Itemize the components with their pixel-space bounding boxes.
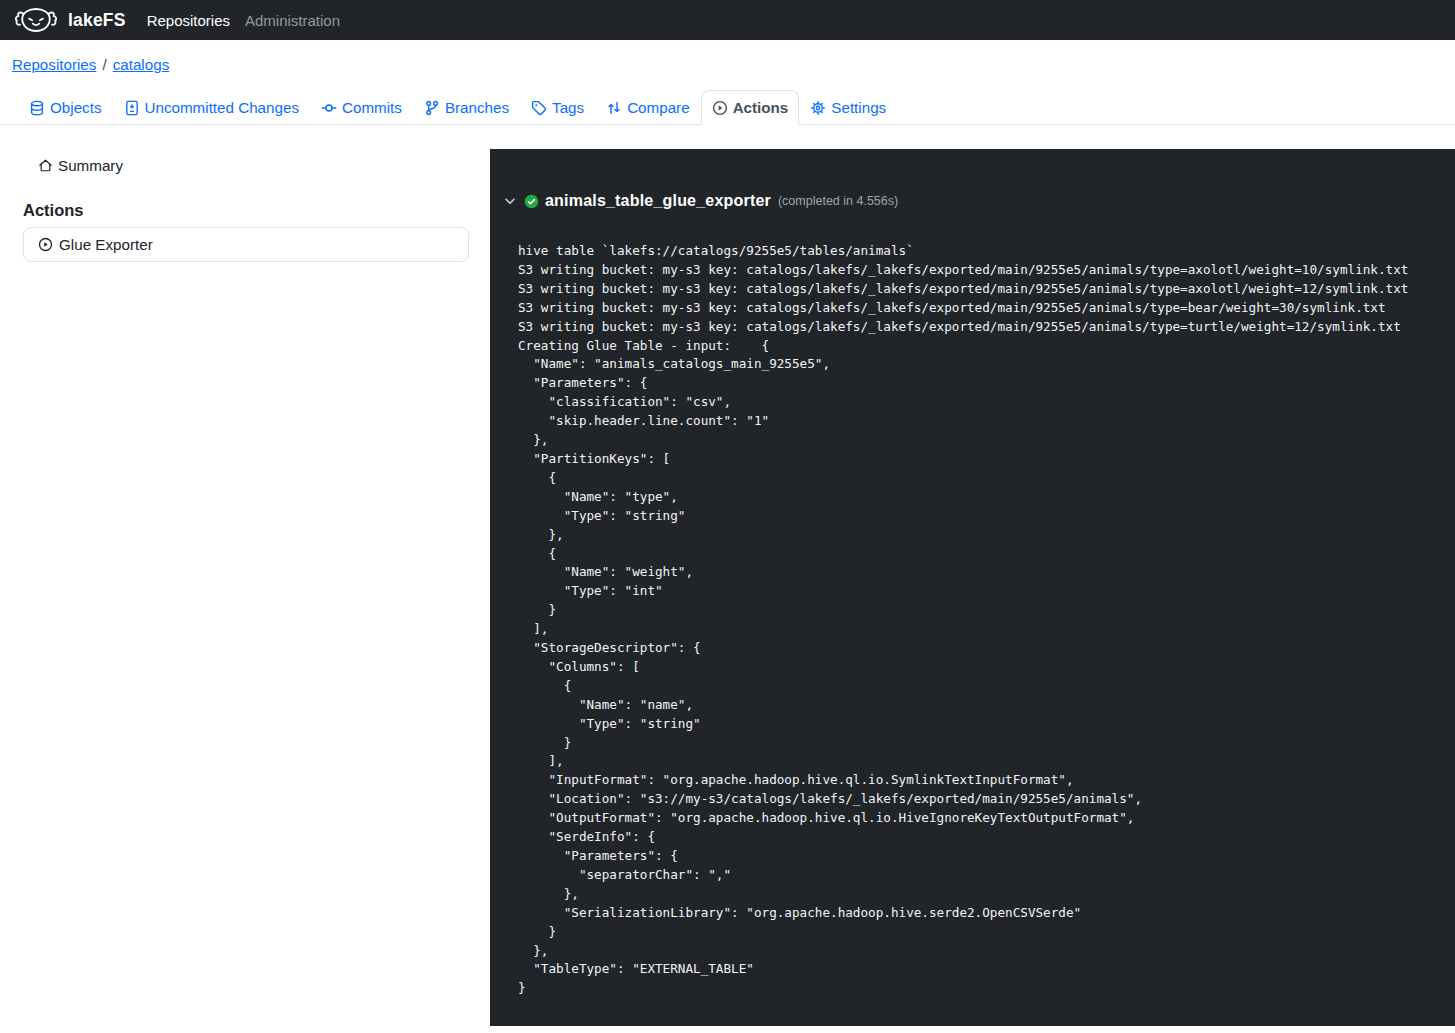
actions-sidebar: Summary Actions Glue Exporter xyxy=(0,149,490,1026)
home-icon xyxy=(38,158,53,173)
branch-icon xyxy=(424,100,440,116)
breadcrumb-repo-link[interactable]: catalogs xyxy=(113,56,170,73)
breadcrumb: Repositories / catalogs xyxy=(12,56,1455,73)
nav-link-administration[interactable]: Administration xyxy=(245,12,340,29)
compare-icon xyxy=(606,100,622,116)
chevron-down-icon xyxy=(503,194,517,208)
play-circle-icon xyxy=(712,100,728,116)
success-check-icon xyxy=(524,194,539,209)
tag-icon xyxy=(531,100,547,116)
repo-tab-bar: Objects Uncommitted Changes Commits Bran… xyxy=(0,90,1455,125)
actions-list: Glue Exporter xyxy=(23,227,469,262)
top-navbar: lakeFS Repositories Administration xyxy=(0,0,1455,40)
lakefs-logo-icon xyxy=(14,6,58,34)
breadcrumb-separator: / xyxy=(102,56,106,73)
tab-actions[interactable]: Actions xyxy=(701,90,800,125)
file-diff-icon xyxy=(124,100,140,116)
tab-settings[interactable]: Settings xyxy=(799,90,897,125)
tab-tags[interactable]: Tags xyxy=(520,90,595,125)
gear-icon xyxy=(810,100,826,116)
play-circle-icon xyxy=(38,237,53,252)
database-icon xyxy=(29,100,45,116)
brand-name: lakeFS xyxy=(68,10,126,31)
run-step-title: animals_table_glue_exporter xyxy=(545,192,771,210)
actions-section-title: Actions xyxy=(23,201,469,220)
tab-compare[interactable]: Compare xyxy=(595,90,700,125)
tab-uncommitted-changes[interactable]: Uncommitted Changes xyxy=(113,90,310,125)
sidebar-item-summary[interactable]: Summary xyxy=(23,149,469,182)
action-run-output-panel: animals_table_glue_exporter (completed i… xyxy=(490,149,1455,1026)
tab-branches[interactable]: Branches xyxy=(413,90,520,125)
tab-commits[interactable]: Commits xyxy=(310,90,413,125)
run-duration: (completed in 4.556s) xyxy=(778,194,898,208)
commit-icon xyxy=(321,100,337,116)
run-log-output: hive table `lakefs://catalogs/9255e5/tab… xyxy=(518,242,1430,998)
tab-objects[interactable]: Objects xyxy=(18,90,113,125)
run-step-header[interactable]: animals_table_glue_exporter (completed i… xyxy=(503,192,1430,210)
nav-link-repositories[interactable]: Repositories xyxy=(147,12,230,29)
action-item-glue-exporter[interactable]: Glue Exporter xyxy=(24,228,468,261)
breadcrumb-repositories-link[interactable]: Repositories xyxy=(12,56,96,73)
